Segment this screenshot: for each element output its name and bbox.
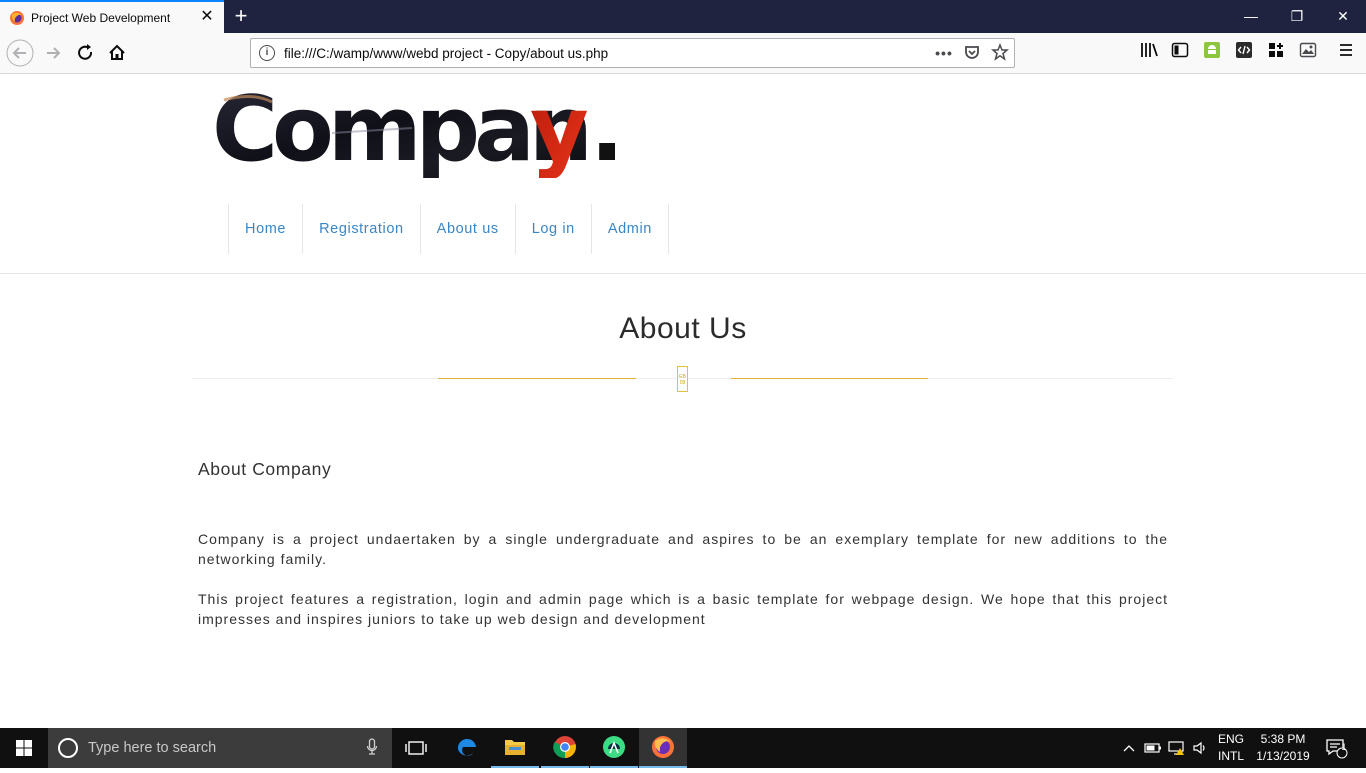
system-clock[interactable]: 5:38 PM 1/13/2019 bbox=[1252, 731, 1314, 765]
url-text[interactable]: file:///C:/wamp/www/webd project - Copy/… bbox=[284, 46, 608, 61]
network-warning-icon[interactable] bbox=[1166, 728, 1188, 768]
microphone-icon[interactable] bbox=[366, 738, 378, 759]
windows-logo-icon bbox=[16, 740, 32, 756]
title-separator-accent-right bbox=[731, 378, 928, 379]
broken-image-icon: EB 09 bbox=[677, 366, 688, 392]
minimize-button[interactable]: — bbox=[1228, 0, 1274, 33]
svg-text:.: . bbox=[590, 88, 622, 178]
task-view-button[interactable] bbox=[392, 728, 440, 768]
about-paragraph-2: This project features a registration, lo… bbox=[198, 591, 1168, 627]
android-studio-icon bbox=[603, 736, 625, 758]
firefox-app-button[interactable] bbox=[639, 728, 687, 768]
back-button[interactable] bbox=[5, 39, 35, 67]
action-center-button[interactable]: 1 bbox=[1318, 728, 1354, 768]
forward-arrow-icon bbox=[47, 47, 61, 59]
clock-time: 5:38 PM bbox=[1260, 732, 1306, 746]
firefox-icon bbox=[652, 736, 674, 758]
tab-close-icon[interactable]: ✕ bbox=[198, 8, 216, 26]
header-divider bbox=[0, 273, 1366, 274]
battery-icon[interactable] bbox=[1142, 728, 1164, 768]
back-arrow-icon bbox=[6, 39, 34, 67]
library-icon[interactable] bbox=[1137, 41, 1161, 65]
page-title: About Us bbox=[619, 312, 747, 345]
nav-about-link[interactable]: About us bbox=[421, 204, 516, 254]
home-icon bbox=[109, 44, 125, 60]
keyboard-layout: INTL bbox=[1217, 749, 1244, 763]
pocket-icon[interactable] bbox=[961, 43, 983, 63]
nav-admin-link[interactable]: Admin bbox=[592, 204, 669, 254]
main-navigation: Home Registration About us Log in Admin bbox=[228, 204, 669, 254]
cortana-icon bbox=[58, 738, 78, 758]
nav-registration-link[interactable]: Registration bbox=[303, 204, 421, 254]
bookmark-star-icon[interactable] bbox=[989, 42, 1011, 63]
browser-tab-strip: Project Web Development ✕ + — ❐ ✕ bbox=[0, 0, 1366, 33]
nav-home-link[interactable]: Home bbox=[229, 204, 304, 254]
nav-login-link[interactable]: Log in bbox=[516, 204, 592, 254]
tab-title: Project Web Development bbox=[31, 11, 171, 25]
section-heading: About Company bbox=[198, 459, 332, 479]
svg-text:y: y bbox=[530, 88, 589, 178]
show-hidden-icons-button[interactable] bbox=[1120, 728, 1138, 768]
android-studio-app-button[interactable] bbox=[590, 728, 638, 768]
new-tab-button[interactable]: + bbox=[230, 4, 252, 28]
notification-count-badge: 1 bbox=[1341, 742, 1347, 752]
browser-tab-active[interactable]: Project Web Development ✕ bbox=[0, 0, 224, 33]
volume-icon[interactable] bbox=[1190, 728, 1210, 768]
url-bar[interactable]: i file:///C:/wamp/www/webd project - Cop… bbox=[250, 38, 1015, 68]
start-button[interactable] bbox=[0, 728, 48, 768]
site-info-icon[interactable]: i bbox=[259, 45, 275, 61]
edge-app-button[interactable] bbox=[443, 728, 491, 768]
forward-button[interactable] bbox=[38, 39, 68, 67]
android-extension-icon[interactable] bbox=[1200, 41, 1224, 65]
image-extension-icon[interactable] bbox=[1296, 41, 1320, 65]
windows-taskbar: Type here to search ENG INTL 5:38 PM 1/1… bbox=[0, 728, 1366, 768]
page-actions-icon[interactable]: ••• bbox=[933, 43, 955, 63]
company-logo[interactable]: Compan y . bbox=[212, 77, 624, 182]
reload-button[interactable] bbox=[70, 39, 100, 67]
input-language-indicator[interactable]: ENG INTL bbox=[1214, 731, 1248, 765]
taskbar-search-box[interactable]: Type here to search bbox=[48, 728, 392, 768]
browser-toolbar: i file:///C:/wamp/www/webd project - Cop… bbox=[0, 33, 1366, 74]
restore-button[interactable]: ❐ bbox=[1274, 0, 1320, 33]
folder-icon bbox=[505, 740, 525, 755]
firefox-favicon-icon bbox=[9, 10, 25, 26]
reload-icon bbox=[78, 44, 93, 60]
title-separator-accent-left bbox=[438, 378, 636, 379]
close-window-button[interactable]: ✕ bbox=[1320, 0, 1366, 33]
web-page: Compan y . Home Registration About us Lo… bbox=[0, 74, 1366, 728]
language-code: ENG bbox=[1217, 732, 1244, 746]
search-placeholder: Type here to search bbox=[88, 740, 217, 756]
chrome-app-button[interactable] bbox=[541, 728, 589, 768]
edge-icon bbox=[457, 738, 476, 756]
chrome-icon bbox=[553, 736, 576, 759]
home-button[interactable] bbox=[102, 39, 132, 67]
file-explorer-app-button[interactable] bbox=[491, 728, 539, 768]
apps-grid-icon[interactable] bbox=[1264, 41, 1288, 65]
sidebar-icon[interactable] bbox=[1168, 41, 1192, 65]
task-view-icon bbox=[405, 741, 427, 755]
hamburger-menu-icon[interactable] bbox=[1334, 41, 1358, 65]
code-extension-icon[interactable] bbox=[1232, 41, 1256, 65]
about-paragraph-1: Company is a project undaertaken by a si… bbox=[198, 531, 1168, 567]
company-logo-image: Compan y . bbox=[212, 77, 624, 182]
clock-date: 1/13/2019 bbox=[1256, 749, 1310, 763]
